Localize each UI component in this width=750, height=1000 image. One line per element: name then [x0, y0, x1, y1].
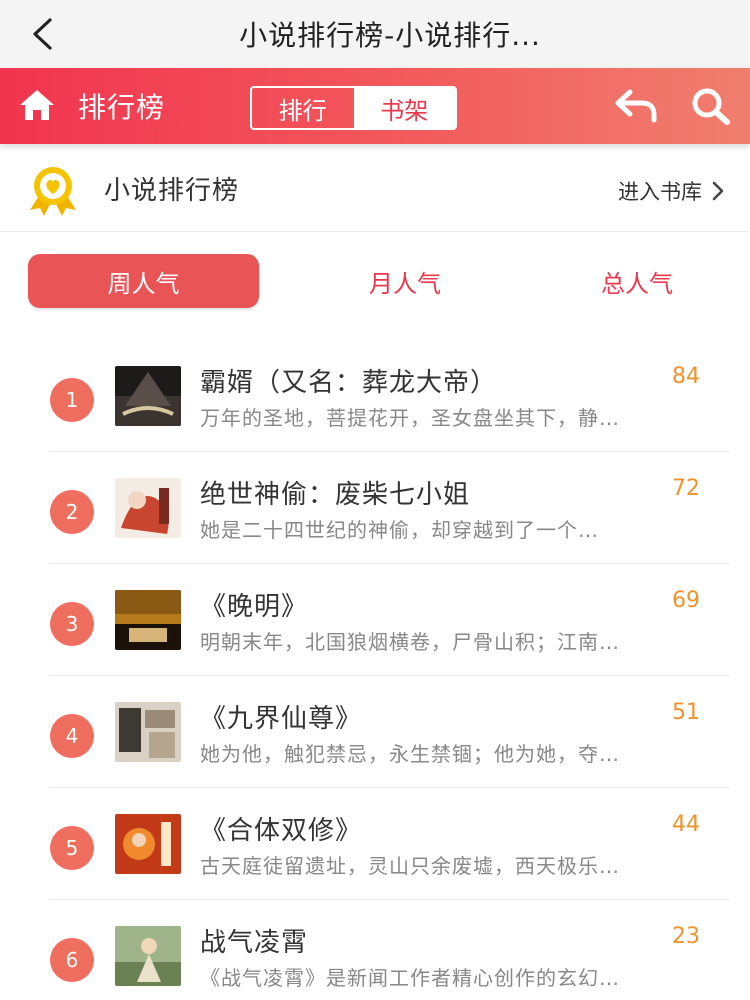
- book-title[interactable]: 绝世神偷：废柴七小姐: [200, 474, 650, 511]
- rank-badge: 3: [50, 602, 94, 646]
- rank-badge: 2: [50, 490, 94, 534]
- book-item[interactable]: 3 《晚明》 69 明朝末年，北国狼烟横卷，尸骨山积；江南…: [0, 564, 750, 676]
- book-description: 她是二十四世纪的神偷，却穿越到了一个…: [200, 518, 599, 542]
- header-bar: 排行榜 排行 书架: [0, 68, 750, 144]
- book-score: 72: [672, 476, 700, 501]
- book-score: 84: [672, 364, 700, 389]
- header-title: 排行榜: [78, 91, 166, 124]
- book-cover[interactable]: [115, 814, 181, 874]
- book-item[interactable]: 4 《九界仙尊》 51 她为他，触犯禁忌，永生禁锢；他为她，夺…: [0, 676, 750, 788]
- view-switch: 排行 书架: [250, 86, 457, 130]
- period-tabs: 周人气 月人气 总人气: [0, 254, 750, 310]
- book-title[interactable]: 《合体双修》: [200, 810, 650, 847]
- rank-badge: 5: [50, 826, 94, 870]
- tab-ranking[interactable]: 排行: [252, 88, 354, 128]
- home-icon[interactable]: [18, 88, 56, 124]
- book-title[interactable]: 霸婿（又名：葬龙大帝）: [200, 362, 650, 399]
- book-score: 51: [672, 700, 700, 725]
- book-list: 1 霸婿（又名：葬龙大帝） 84 万年的圣地，菩提花开，圣女盘坐其下，静… 2 …: [0, 340, 750, 1000]
- book-description: 她为他，触犯禁忌，永生禁锢；他为她，夺…: [200, 742, 620, 766]
- rank-badge: 6: [50, 938, 94, 982]
- book-description: 万年的圣地，菩提花开，圣女盘坐其下，静…: [200, 406, 620, 430]
- book-item[interactable]: 5 《合体双修》 44 古天庭徒留遗址，灵山只余废墟，西天极乐…: [0, 788, 750, 900]
- book-title[interactable]: 战气凌霄: [200, 922, 650, 959]
- ranking-section-header: 小说排行榜 进入书库: [0, 144, 750, 232]
- book-description: 明朝末年，北国狼烟横卷，尸骨山积；江南…: [200, 630, 620, 654]
- ranking-title: 小说排行榜: [104, 176, 240, 206]
- top-nav-bar: 小说排行榜-小说排行...: [0, 0, 750, 68]
- book-score: 69: [672, 588, 700, 613]
- chevron-right-icon: [712, 181, 724, 201]
- enter-library-label: 进入书库: [618, 180, 702, 204]
- book-item[interactable]: 2 绝世神偷：废柴七小姐 72 她是二十四世纪的神偷，却穿越到了一个…: [0, 452, 750, 564]
- book-cover[interactable]: [115, 926, 181, 986]
- tab-bookshelf[interactable]: 书架: [353, 88, 455, 128]
- book-cover[interactable]: [115, 478, 181, 538]
- page-title: 小说排行榜-小说排行...: [239, 19, 541, 52]
- book-item[interactable]: 6 战气凌霄 23 《战气凌霄》是新闻工作者精心创作的玄幻…: [0, 900, 750, 1000]
- book-title[interactable]: 《晚明》: [200, 586, 650, 623]
- book-description: 《战气凌霄》是新闻工作者精心创作的玄幻…: [200, 966, 620, 990]
- book-cover[interactable]: [115, 702, 181, 762]
- book-title[interactable]: 《九界仙尊》: [200, 698, 650, 735]
- enter-library-link[interactable]: 进入书库: [618, 176, 724, 206]
- rank-badge: 1: [50, 378, 94, 422]
- search-icon[interactable]: [690, 86, 732, 126]
- book-description: 古天庭徒留遗址，灵山只余废墟，西天极乐…: [200, 854, 620, 878]
- book-item[interactable]: 1 霸婿（又名：葬龙大帝） 84 万年的圣地，菩提花开，圣女盘坐其下，静…: [0, 340, 750, 452]
- medal-icon: [26, 164, 80, 216]
- book-score: 44: [672, 812, 700, 837]
- tab-total[interactable]: 总人气: [522, 254, 750, 308]
- book-cover[interactable]: [115, 366, 181, 426]
- tab-monthly[interactable]: 月人气: [290, 254, 520, 308]
- tab-weekly[interactable]: 周人气: [28, 254, 259, 308]
- book-cover[interactable]: [115, 590, 181, 650]
- book-score: 23: [672, 924, 700, 949]
- return-icon[interactable]: [614, 86, 660, 126]
- rank-badge: 4: [50, 714, 94, 758]
